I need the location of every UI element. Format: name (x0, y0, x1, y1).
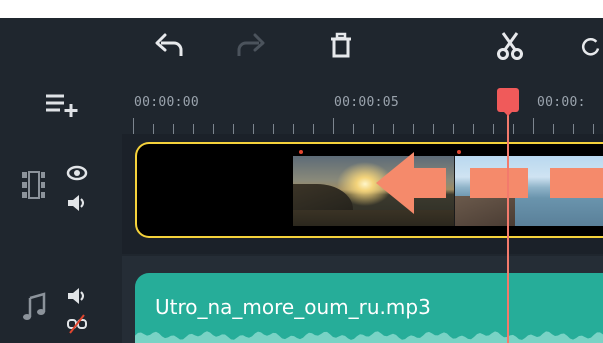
rotate-button[interactable] (578, 30, 603, 62)
audio-waveform (135, 331, 603, 343)
audio-clip-name: Utro_na_more_oum_ru.mp3 (155, 295, 431, 319)
redo-icon (237, 33, 265, 56)
ruler-tick (513, 124, 514, 134)
undo-icon (155, 33, 183, 56)
playhead-tip (502, 110, 514, 116)
ruler-tick (593, 124, 594, 134)
cut-button[interactable] (494, 30, 526, 62)
eye-icon[interactable] (66, 164, 88, 182)
ruler-tick (133, 118, 134, 134)
audio-clip[interactable]: Utro_na_more_oum_ru.mp3 (135, 273, 603, 343)
arrow-left-annotation-icon (376, 152, 446, 214)
marker-dot (299, 150, 303, 154)
scissors-icon (497, 32, 523, 60)
ruler-tick (253, 124, 254, 134)
ruler-tick (473, 124, 474, 134)
ruler-tick (573, 124, 574, 134)
ruler-tick (393, 124, 394, 134)
delete-button[interactable] (326, 30, 356, 62)
film-strip-icon (20, 168, 46, 208)
video-clip[interactable] (135, 142, 603, 238)
ruler-tick (293, 124, 294, 134)
ruler-tick (553, 124, 554, 134)
link-broken-icon[interactable] (66, 313, 88, 335)
ruler-tick (533, 118, 534, 134)
top-white-strip (0, 0, 603, 18)
ruler-tick (493, 124, 494, 134)
ruler-tick (433, 124, 434, 134)
ruler-tick (193, 124, 194, 134)
marker-dot (457, 150, 461, 154)
ruler-tick (333, 118, 334, 134)
ruler-tick (153, 124, 154, 134)
ruler-tick (233, 124, 234, 134)
ruler-tick (413, 124, 414, 134)
ruler-label: 00:00: (537, 95, 586, 110)
redo-button[interactable] (232, 30, 268, 62)
add-track-icon (46, 94, 78, 117)
ruler-tick (313, 124, 314, 134)
speaker-icon[interactable] (66, 193, 88, 213)
track-header-panel (0, 18, 122, 343)
ruler-tick (273, 124, 274, 134)
rotate-icon (581, 38, 600, 56)
ruler-tick (453, 124, 454, 134)
playhead-line (507, 92, 509, 343)
ruler-tick (213, 124, 214, 134)
trash-icon (331, 32, 351, 58)
undo-button[interactable] (152, 30, 188, 62)
annotation-dash (470, 168, 528, 198)
speaker-icon[interactable] (66, 286, 88, 306)
ruler-label: 00:00:00 (134, 95, 200, 110)
add-track-button[interactable] (44, 92, 80, 118)
ruler-label: 00:00:05 (334, 95, 400, 110)
ruler-tick (353, 124, 354, 134)
ruler-tick (173, 124, 174, 134)
annotation-dash (550, 168, 603, 198)
ruler-tick (373, 124, 374, 134)
music-note-icon (22, 290, 48, 322)
playhead-handle[interactable] (497, 88, 519, 112)
